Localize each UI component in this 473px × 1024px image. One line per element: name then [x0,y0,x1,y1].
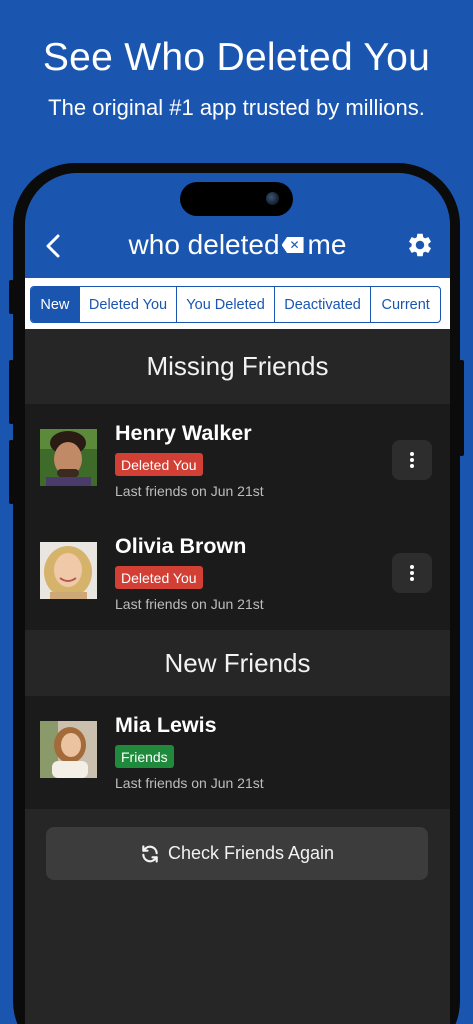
more-options-button[interactable] [392,440,432,480]
logo-text-right: me [307,229,347,260]
phone-volume-down-button [9,440,14,504]
promo-title: See Who Deleted You [42,36,431,79]
avatar [40,721,97,778]
phone-action-button [9,280,14,314]
phone-screen: who deleted ✕ me New Deleted You You Del… [25,173,450,1024]
camera-icon [266,192,279,205]
logo-x-icon: ✕ [281,237,304,253]
phone-power-button [459,360,464,456]
check-friends-again-button[interactable]: Check Friends Again [46,827,428,880]
dynamic-island [180,182,293,216]
list-item[interactable]: Henry Walker Deleted You Last friends on… [25,404,450,517]
tab-you-deleted[interactable]: You Deleted [177,287,275,322]
avatar [40,542,97,599]
more-vertical-icon [410,565,414,581]
check-friends-again-label: Check Friends Again [167,843,335,863]
logo-text-left: who deleted [128,229,280,260]
phone-volume-up-button [9,360,14,424]
new-friends-heading: New Friends [25,630,450,696]
status-badge: Deleted You [115,566,203,589]
last-friends-date: Last friends on Jun 21st [115,596,264,612]
missing-friends-heading: Missing Friends [25,329,450,404]
last-friends-date: Last friends on Jun 21st [115,483,264,499]
gear-icon [409,233,431,257]
status-badge: Friends [115,745,174,768]
more-options-button[interactable] [392,553,432,593]
last-friends-date: Last friends on Jun 21st [115,775,264,791]
list-item[interactable]: Mia Lewis Friends Last friends on Jun 21… [25,696,450,809]
tab-deactivated[interactable]: Deactivated [275,287,372,322]
settings-button[interactable] [406,231,434,259]
filter-tabs-bar: New Deleted You You Deleted Deactivated … [25,278,450,329]
more-vertical-icon [410,452,414,468]
app-logo: who deleted ✕ me [25,229,450,261]
tab-new[interactable]: New [31,287,80,322]
filter-tabs: New Deleted You You Deleted Deactivated … [30,286,441,323]
friend-name: Olivia Brown [115,534,247,558]
avatar [40,429,97,486]
list-item[interactable]: Olivia Brown Deleted You Last friends on… [25,517,450,630]
tab-deleted-you[interactable]: Deleted You [80,287,178,322]
promo-subtitle: The original #1 app trusted by millions. [48,95,425,120]
friend-name: Henry Walker [115,421,252,445]
refresh-icon [142,844,158,863]
friend-name: Mia Lewis [115,713,217,737]
status-badge: Deleted You [115,453,203,476]
tab-current[interactable]: Current [371,287,440,322]
